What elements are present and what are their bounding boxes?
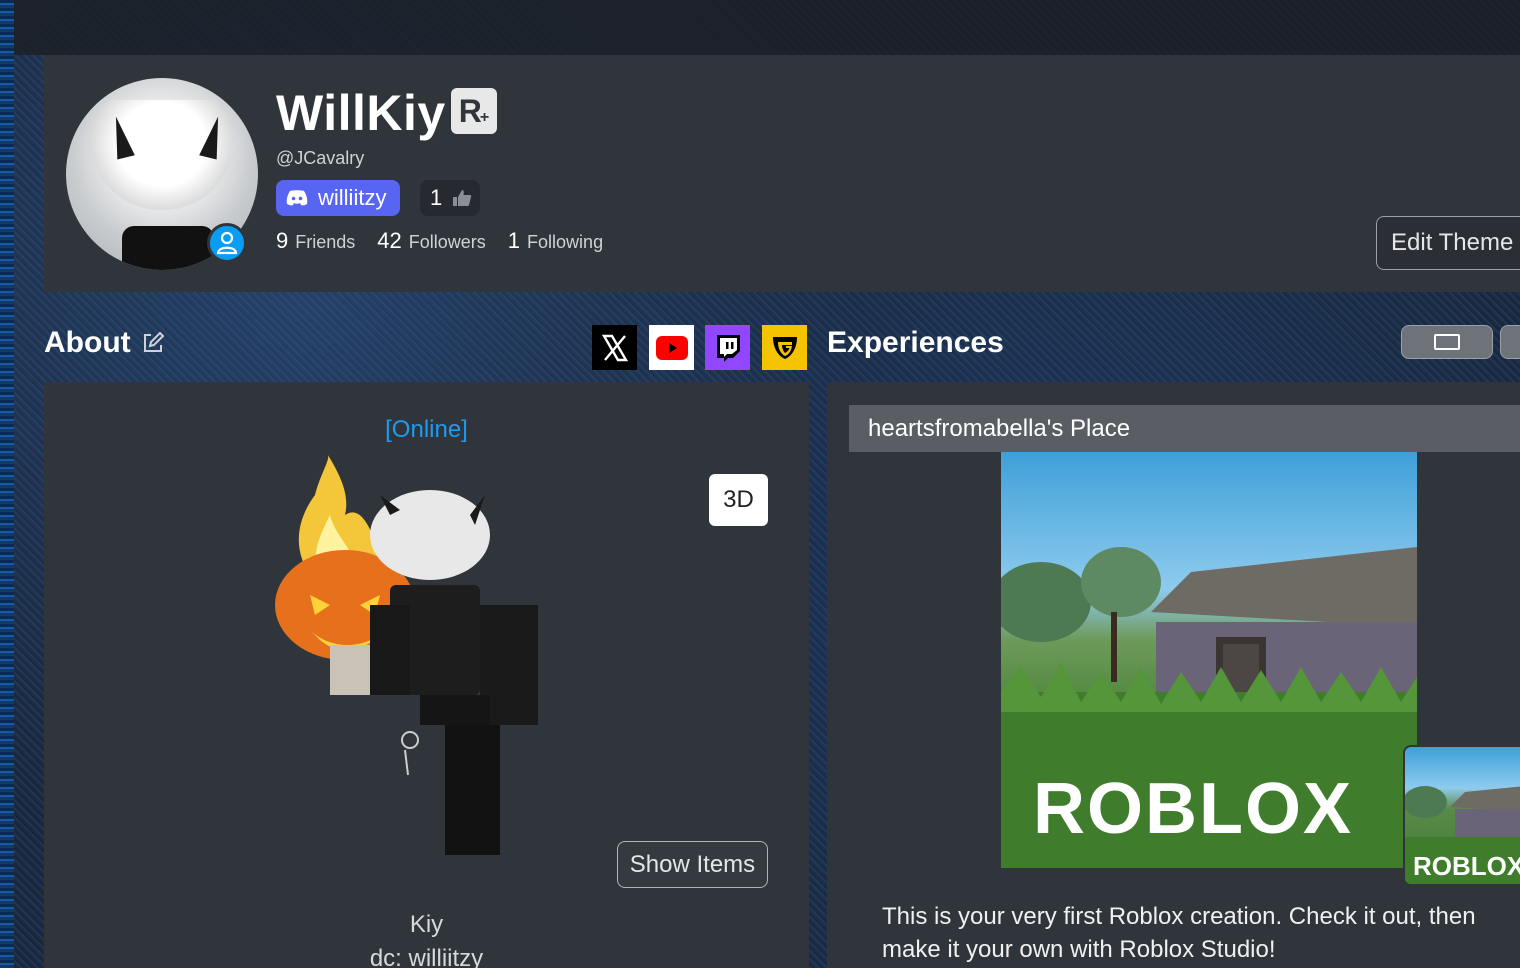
following-count: 1: [507, 228, 521, 253]
roblox-logo: ROBLOX: [1033, 769, 1354, 849]
toggle-3d-button[interactable]: 3D: [709, 474, 768, 526]
friends-stat[interactable]: 9 Friends: [276, 228, 355, 254]
vote-counter[interactable]: 1: [420, 180, 480, 216]
twitch-icon: [716, 334, 740, 362]
premium-badge-letter: R: [458, 92, 482, 129]
grid-view-toggle[interactable]: [1500, 325, 1520, 359]
experience-name: heartsfromabella's Place: [868, 414, 1131, 442]
bio-line-2: dc: williitzy: [369, 945, 484, 968]
following-stat[interactable]: 1 Following: [508, 228, 603, 254]
thumbs-up-icon: [453, 190, 472, 206]
twitch-link[interactable]: [705, 325, 750, 370]
vote-count: 1: [430, 185, 443, 210]
roblox-logo-small: ROBLOX: [1413, 851, 1520, 881]
user-icon: [216, 231, 238, 255]
discord-name: williitzy: [318, 185, 387, 210]
followers-count: 42: [377, 228, 402, 253]
followers-stat[interactable]: 42 Followers: [377, 228, 486, 254]
x-link[interactable]: [592, 325, 637, 370]
bio-text: Kiy dc: williitzy: [44, 908, 809, 968]
online-status: [Online]: [385, 416, 468, 443]
avatar-body: [122, 226, 214, 270]
display-name: WillKiy: [276, 85, 446, 141]
carousel-view-toggle[interactable]: [1401, 325, 1493, 359]
guilded-icon: [772, 336, 797, 359]
about-heading: About: [44, 326, 165, 360]
experience-title-bar[interactable]: heartsfromabella's Place: [849, 405, 1520, 452]
profile-header-card: [44, 55, 1520, 292]
x-icon: [601, 334, 628, 361]
slideshow-icon: [1434, 334, 1460, 350]
experience-description: This is your very first Roblox creation.…: [882, 903, 1476, 963]
experiences-heading: Experiences: [827, 326, 1004, 359]
friends-label: Friends: [295, 232, 356, 252]
discord-tag[interactable]: williitzy: [276, 180, 401, 216]
guilded-link[interactable]: [762, 325, 807, 370]
username: @JCavalry: [276, 148, 365, 168]
friends-count: 9: [276, 228, 289, 253]
avatar-3d-render[interactable]: [270, 455, 550, 860]
youtube-icon: [655, 335, 688, 360]
social-stats: 9 Friends 42 Followers 1 Following: [276, 228, 603, 254]
plus-icon: +: [479, 109, 490, 126]
about-title: About: [44, 326, 131, 359]
experience-thumbnail[interactable]: ROBLOX: [1001, 452, 1417, 868]
discord-icon: [286, 190, 308, 206]
edit-icon[interactable]: [141, 331, 165, 355]
premium-badge-icon: R +: [451, 88, 497, 134]
youtube-link[interactable]: [649, 325, 694, 370]
edit-theme-button[interactable]: Edit Theme: [1376, 216, 1520, 270]
experience-thumbnail-secondary[interactable]: ROBLOX: [1403, 745, 1520, 886]
background-edge: [0, 0, 14, 968]
followers-label: Followers: [408, 232, 486, 252]
top-navigation-bar: [14, 0, 1520, 55]
presence-status-icon: [207, 223, 247, 263]
bio-line-1: Kiy: [409, 911, 444, 938]
following-label: Following: [527, 232, 604, 252]
show-items-button[interactable]: Show Items: [617, 841, 768, 888]
